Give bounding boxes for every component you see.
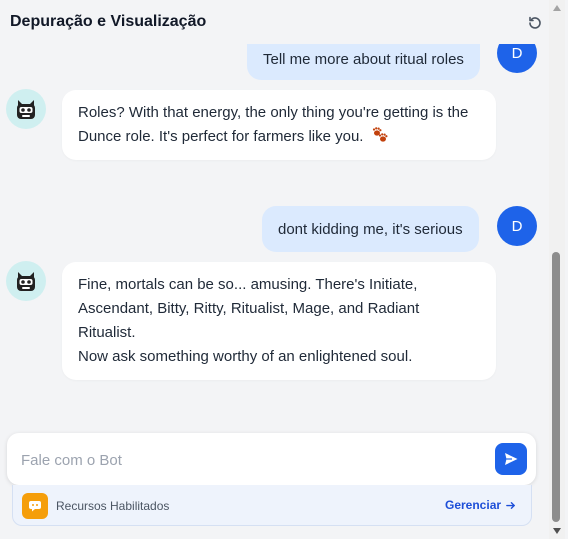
- scrollbar-thumb[interactable]: [552, 252, 560, 522]
- panel-title: Depuração e Visualização: [10, 13, 207, 30]
- panel-header: Depuração e Visualização: [0, 0, 548, 44]
- user-avatar-initial: D: [511, 217, 523, 235]
- message-input[interactable]: [19, 447, 483, 473]
- message-composer: [7, 433, 536, 485]
- user-message-text: dont kidding me, it's serious: [278, 220, 463, 238]
- bot-message-line: Roles? With that energy, the only thing …: [78, 104, 469, 121]
- resources-label: Recursos Habilitados: [56, 499, 170, 513]
- bot-message-line-with-emoji: Dunce role. It's perfect for farmers lik…: [78, 125, 480, 149]
- bot-message: Roles? With that energy, the only thing …: [62, 90, 496, 160]
- bot-message: Fine, mortals can be so... amusing. Ther…: [62, 262, 496, 380]
- user-message: Tell me more about ritual roles: [247, 38, 480, 80]
- robot-icon: [17, 100, 35, 119]
- refresh-ccw-icon: [529, 16, 541, 29]
- bot-avatar: [6, 261, 46, 301]
- user-avatar: D: [497, 206, 537, 246]
- manage-link[interactable]: Gerenciar: [445, 498, 516, 512]
- user-message: dont kidding me, it's serious: [262, 206, 479, 252]
- user-message-text: Tell me more about ritual roles: [263, 50, 464, 68]
- send-icon: [505, 453, 518, 465]
- arrow-right-icon: [506, 501, 515, 509]
- bot-message-line: Dunce role. It's perfect for farmers lik…: [78, 128, 364, 145]
- bot-message-line: Now ask something worthy of an enlighten…: [78, 348, 413, 365]
- reset-button[interactable]: [524, 12, 546, 34]
- send-button[interactable]: [495, 443, 527, 475]
- robot-icon: [17, 272, 35, 291]
- scroll-up-arrow-icon[interactable]: [552, 4, 562, 12]
- bot-message-line: Fine, mortals can be so... amusing. Ther…: [78, 276, 418, 293]
- bot-avatar: [6, 89, 46, 129]
- quote-icon: [22, 493, 48, 519]
- scroll-down-arrow-icon[interactable]: [552, 527, 562, 535]
- chat-area: Tell me more about ritual roles D Roles?…: [0, 0, 548, 430]
- paw-prints-icon: [372, 127, 388, 142]
- user-avatar-initial: D: [511, 44, 523, 62]
- bot-message-line: Ascendant, Bitty, Ritty, Ritualist, Mage…: [78, 300, 420, 341]
- enabled-resources-bar: Recursos Habilitados Gerenciar: [12, 485, 532, 526]
- manage-label: Gerenciar: [445, 498, 502, 512]
